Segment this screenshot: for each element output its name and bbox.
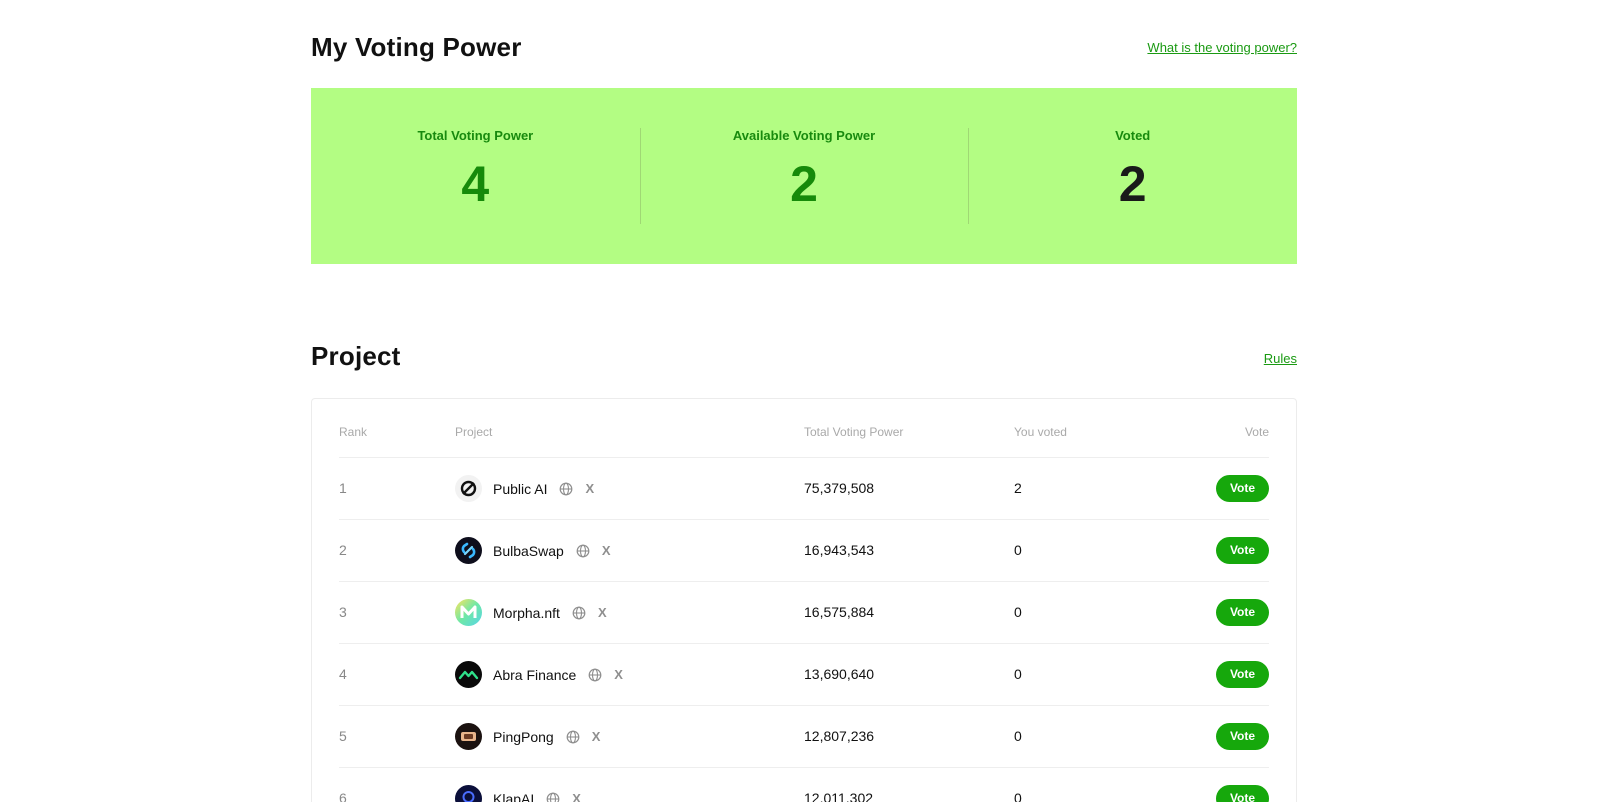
rules-link[interactable]: Rules	[1264, 351, 1297, 366]
stat-value: 4	[461, 156, 490, 212]
vote-button[interactable]: Vote	[1216, 599, 1269, 626]
rank-cell: 6	[339, 790, 347, 802]
column-header-rank: Rank	[339, 425, 368, 439]
project-name[interactable]: PingPong	[493, 729, 554, 745]
table-row: 6 KlapAI X 12,011,302 0 Vote	[339, 768, 1269, 802]
total-voting-power-cell: 12,011,302	[804, 790, 874, 802]
vote-button[interactable]: Vote	[1216, 785, 1269, 802]
you-voted-cell: 0	[1014, 790, 1022, 802]
vote-button[interactable]: Vote	[1216, 661, 1269, 688]
voted-stat: Voted 2	[968, 88, 1297, 264]
rank-cell: 5	[339, 728, 347, 744]
stat-label: Total Voting Power	[417, 128, 534, 143]
you-voted-cell: 0	[1014, 728, 1022, 744]
column-header-total-voting-power: Total Voting Power	[804, 425, 904, 439]
rank-cell: 3	[339, 604, 347, 620]
globe-icon[interactable]	[566, 730, 580, 744]
total-voting-power-cell: 12,807,236	[804, 728, 875, 744]
project-cell: PingPong X	[455, 723, 600, 750]
you-voted-cell: 0	[1014, 542, 1022, 558]
globe-icon[interactable]	[572, 606, 586, 620]
column-header-you-voted: You voted	[1014, 425, 1067, 439]
morpha-logo	[455, 599, 482, 626]
project-name[interactable]: KlapAI	[493, 791, 534, 802]
table-row: 2 BulbaSwap X 16,943,543 0 Vote	[339, 520, 1269, 582]
rank-cell: 4	[339, 666, 347, 682]
public-ai-logo	[455, 475, 482, 502]
project-cell: Morpha.nft X	[455, 599, 607, 626]
page: My Voting Power What is the voting power…	[0, 0, 1600, 802]
table-header: Rank Project Total Voting Power You vote…	[339, 399, 1269, 458]
stat-value: 2	[1118, 156, 1147, 212]
stat-value: 2	[790, 156, 818, 212]
x-icon[interactable]: X	[592, 729, 601, 744]
project-cell: BulbaSwap X	[455, 537, 611, 564]
total-voting-power-cell: 75,379,508	[804, 480, 875, 496]
x-icon[interactable]: X	[585, 481, 594, 496]
project-name[interactable]: Abra Finance	[493, 667, 576, 683]
what-is-voting-power-link[interactable]: What is the voting power?	[1147, 40, 1297, 55]
table-row: 4 Abra Finance X 13,690,640 0 Vote	[339, 644, 1269, 706]
table-row: 3 Morpha.nft X 16,575,884 0 Vote	[339, 582, 1269, 644]
you-voted-cell: 2	[1014, 480, 1022, 496]
globe-icon[interactable]	[559, 482, 573, 496]
total-voting-power-cell: 16,943,543	[804, 542, 875, 558]
project-table-inner: Rank Project Total Voting Power You vote…	[339, 399, 1269, 802]
column-header-vote: Vote	[1244, 425, 1269, 439]
x-icon[interactable]: X	[614, 667, 623, 682]
you-voted-cell: 0	[1014, 666, 1022, 682]
total-voting-power-cell: 13,690,640	[804, 666, 875, 682]
total-voting-power-stat: Total Voting Power 4	[311, 88, 640, 264]
x-icon[interactable]: X	[598, 605, 607, 620]
x-icon[interactable]: X	[572, 791, 581, 802]
project-cell: Public AI X	[455, 475, 594, 502]
bulbaswap-logo	[455, 537, 482, 564]
rank-cell: 1	[339, 480, 347, 496]
table-row: 5 PingPong X 12,807,236 0 Vote	[339, 706, 1269, 768]
stat-label: Available Voting Power	[732, 128, 876, 143]
project-name[interactable]: Public AI	[493, 481, 547, 497]
abra-finance-logo	[455, 661, 482, 688]
globe-icon[interactable]	[588, 668, 602, 682]
vote-button[interactable]: Vote	[1216, 537, 1269, 564]
column-header-project: Project	[455, 425, 493, 439]
project-cell: KlapAI X	[455, 785, 581, 802]
available-voting-power-stat: Available Voting Power 2	[639, 88, 969, 264]
pingpong-logo	[455, 723, 482, 750]
voting-power-header: My Voting Power What is the voting power…	[311, 30, 1297, 78]
project-header: Project Rules	[311, 341, 1297, 389]
project-cell: Abra Finance X	[455, 661, 623, 688]
project-name[interactable]: Morpha.nft	[493, 605, 560, 621]
vote-button[interactable]: Vote	[1216, 475, 1269, 502]
project-title: Project	[311, 341, 401, 371]
vote-button[interactable]: Vote	[1216, 723, 1269, 750]
you-voted-cell: 0	[1014, 604, 1022, 620]
globe-icon[interactable]	[576, 544, 590, 558]
voting-power-card: Total Voting Power 4 Available Voting Po…	[311, 88, 1297, 264]
total-voting-power-cell: 16,575,884	[804, 604, 875, 620]
table-row: 1 Public AI X 75,379,508 2 Vote	[339, 458, 1269, 520]
globe-icon[interactable]	[546, 792, 560, 802]
klapai-logo	[455, 785, 482, 802]
voting-power-title: My Voting Power	[311, 32, 522, 62]
stat-label: Voted	[1115, 128, 1151, 143]
rank-cell: 2	[339, 542, 347, 558]
project-table: Rank Project Total Voting Power You vote…	[311, 398, 1297, 802]
x-icon[interactable]: X	[602, 543, 611, 558]
project-name[interactable]: BulbaSwap	[493, 543, 564, 559]
